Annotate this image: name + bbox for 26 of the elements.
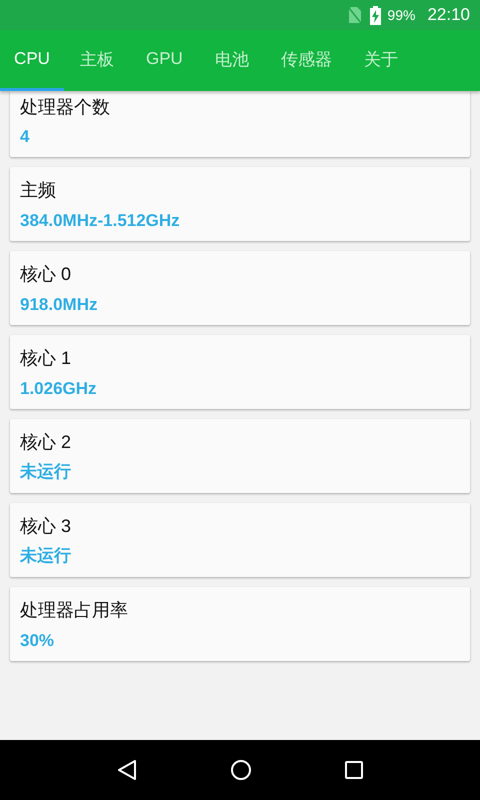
card-value: 未运行: [20, 461, 72, 483]
card-value: 未运行: [20, 545, 72, 567]
battery-charging-icon: [370, 6, 382, 24]
card-title: 处理器占用率: [20, 599, 129, 622]
recents-icon[interactable]: [344, 760, 364, 780]
tab[interactable]: 主板: [64, 30, 130, 91]
clock: 22:10: [427, 5, 470, 25]
back-icon[interactable]: [116, 759, 138, 781]
card-title: 核心 3: [20, 515, 72, 538]
card-title: 核心 0: [20, 263, 72, 286]
card-title: 核心 1: [20, 347, 72, 370]
battery-percentage: 99%: [387, 7, 416, 23]
home-icon[interactable]: [230, 759, 252, 781]
card-title: 主频: [20, 179, 57, 202]
card-value: 30%: [20, 631, 56, 651]
tab[interactable]: 传感器: [264, 30, 348, 91]
card-value: 1.026GHz: [20, 379, 98, 399]
card-title: 核心 2: [20, 431, 72, 454]
card-value: 384.0MHz-1.512GHz: [20, 211, 181, 231]
card-value: 918.0MHz: [20, 295, 98, 315]
tab[interactable]: GPU: [130, 30, 199, 91]
tab[interactable]: 关于: [348, 30, 414, 91]
no-sim-icon: [348, 6, 362, 24]
tab[interactable]: 电池: [198, 30, 265, 91]
card-title: 处理器个数: [20, 96, 111, 119]
card-value: 4: [20, 127, 30, 147]
